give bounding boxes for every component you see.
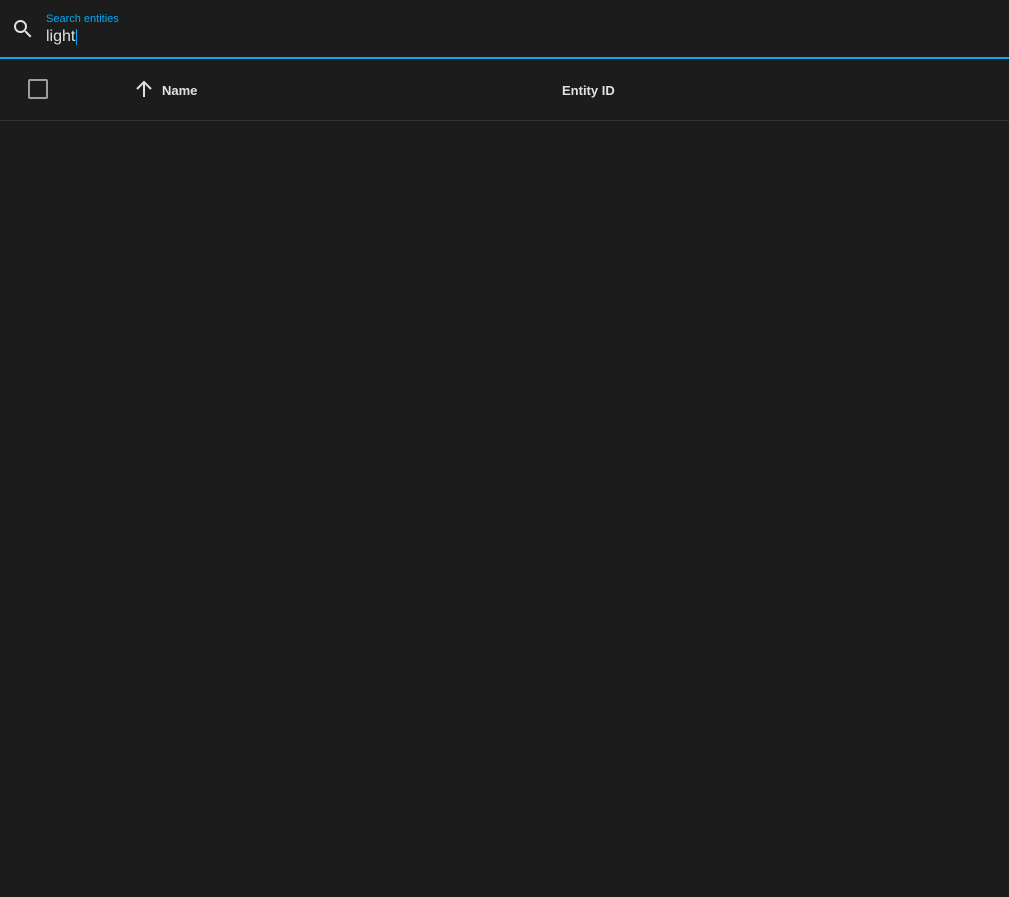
column-header-name[interactable]: Name [162,83,197,98]
arrow-up-icon[interactable] [134,79,154,99]
column-header-entity-id[interactable]: Entity ID [562,83,615,98]
search-icon [11,17,35,41]
select-all-checkbox[interactable] [28,79,48,99]
search-bar: Search entities [0,0,1009,59]
search-input[interactable] [46,26,946,48]
entity-picker: Search entities Name Entity ID [0,0,1009,897]
search-label: Search entities [46,13,119,25]
table-body [0,121,1009,897]
table-header: Name Entity ID [0,59,1009,121]
text-caret [76,29,78,45]
